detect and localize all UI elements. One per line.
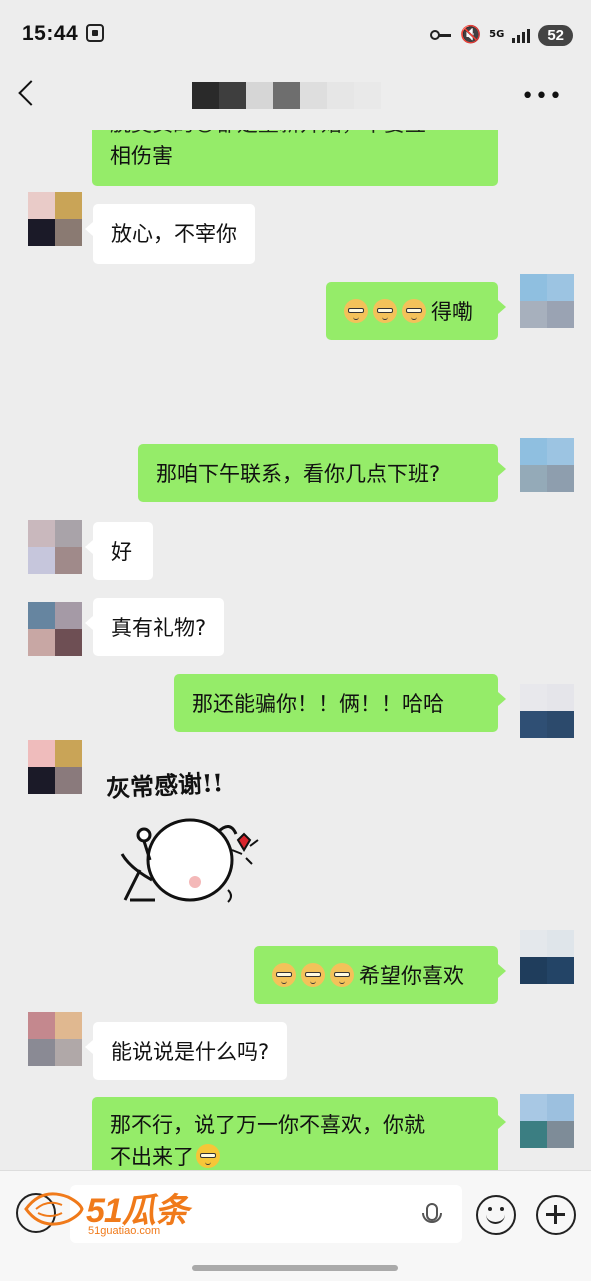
avatar[interactable] <box>520 274 574 328</box>
message-bubble-outgoing[interactable]: 那还能骗你！！俩！！哈哈 <box>174 674 506 732</box>
message-bubble-incoming[interactable]: 真有礼物? <box>84 598 225 656</box>
message-bubble-outgoing[interactable]: 希望你喜欢 <box>254 946 506 1004</box>
doge-emoji-icon <box>402 299 426 323</box>
message-text-line1: 那不行，说了万一你不喜欢，你就 <box>110 1113 425 1137</box>
key-icon <box>429 30 452 40</box>
microphone-icon[interactable] <box>422 1203 442 1223</box>
status-time: 15:44 <box>22 22 79 45</box>
thank-you-cartoon-icon <box>120 818 259 903</box>
system-icons: 🔇 5G 52 <box>429 22 573 48</box>
message-bubble-outgoing[interactable]: 得嘞 <box>326 282 506 340</box>
avatar[interactable] <box>28 192 82 246</box>
watermark-logo: 51瓜条 51guatiao.com <box>20 1181 220 1241</box>
avatar[interactable] <box>520 1094 574 1148</box>
doge-emoji-icon <box>272 963 296 987</box>
message-text: 相伤害 <box>110 144 173 168</box>
laughing-emoji-icon <box>196 1144 220 1168</box>
message-text-partial: 脱莫货的😊都是重新开始，不要互 <box>110 130 480 140</box>
avatar[interactable] <box>28 740 82 794</box>
fish-logo-icon <box>24 1192 84 1226</box>
home-indicator[interactable] <box>192 1265 398 1271</box>
watermark-url: 51guatiao.com <box>88 1225 161 1237</box>
doge-emoji-icon <box>373 299 397 323</box>
message-bubble-outgoing[interactable]: 那不行，说了万一你不喜欢，你就 不出来了 <box>92 1097 506 1170</box>
doge-emoji-icon <box>344 299 368 323</box>
avatar[interactable] <box>28 520 82 574</box>
message-text: 那咱下午联系，看你几点下班? <box>156 462 441 486</box>
message-text-line2: 不出来了 <box>110 1145 194 1169</box>
doge-emoji-icon <box>330 963 354 987</box>
message-bubble-outgoing[interactable]: 脱莫货的😊都是重新开始，不要互 相伤害 <box>92 130 498 186</box>
message-bubble-incoming[interactable]: 好 <box>85 522 153 580</box>
battery-indicator: 52 <box>538 24 573 46</box>
avatar[interactable] <box>520 438 574 492</box>
message-text: 那还能骗你！！俩！！哈哈 <box>192 692 444 716</box>
avatar[interactable] <box>28 1012 82 1066</box>
message-bubble-incoming[interactable]: 放心，不宰你 <box>85 204 255 264</box>
message-text: 得嘞 <box>431 300 473 324</box>
message-list[interactable]: 脱莫货的😊都是重新开始，不要互 相伤害 放心，不宰你 得嘞 那咱下午联系，看你几… <box>0 130 591 1170</box>
more-options-icon[interactable]: ••• <box>521 86 563 108</box>
emoji-button[interactable] <box>476 1195 516 1235</box>
message-text: 真有礼物? <box>111 616 207 640</box>
avatar[interactable] <box>520 684 574 738</box>
signal-icon <box>512 27 531 43</box>
more-actions-button[interactable] <box>536 1195 576 1235</box>
avatar[interactable] <box>28 602 82 656</box>
message-bubble-incoming[interactable]: 能说说是什么吗? <box>84 1022 288 1080</box>
doge-emoji-icon <box>301 963 325 987</box>
network-label: 5G <box>489 29 505 40</box>
message-text: 放心，不宰你 <box>111 222 237 246</box>
status-bar: 15:44 🔇 5G 52 <box>0 0 591 70</box>
message-bubble-outgoing[interactable]: 那咱下午联系，看你几点下班? <box>138 444 506 502</box>
message-text: 希望你喜欢 <box>359 964 464 988</box>
screenshot-icon <box>86 24 104 42</box>
message-text: 好 <box>111 540 132 564</box>
avatar[interactable] <box>520 930 574 984</box>
mute-icon: 🔇 <box>459 24 482 45</box>
message-text: 能说说是什么吗? <box>111 1040 270 1064</box>
chat-title-obscured <box>192 82 381 109</box>
sticker-image[interactable]: 灰常感谢!! <box>100 750 270 920</box>
